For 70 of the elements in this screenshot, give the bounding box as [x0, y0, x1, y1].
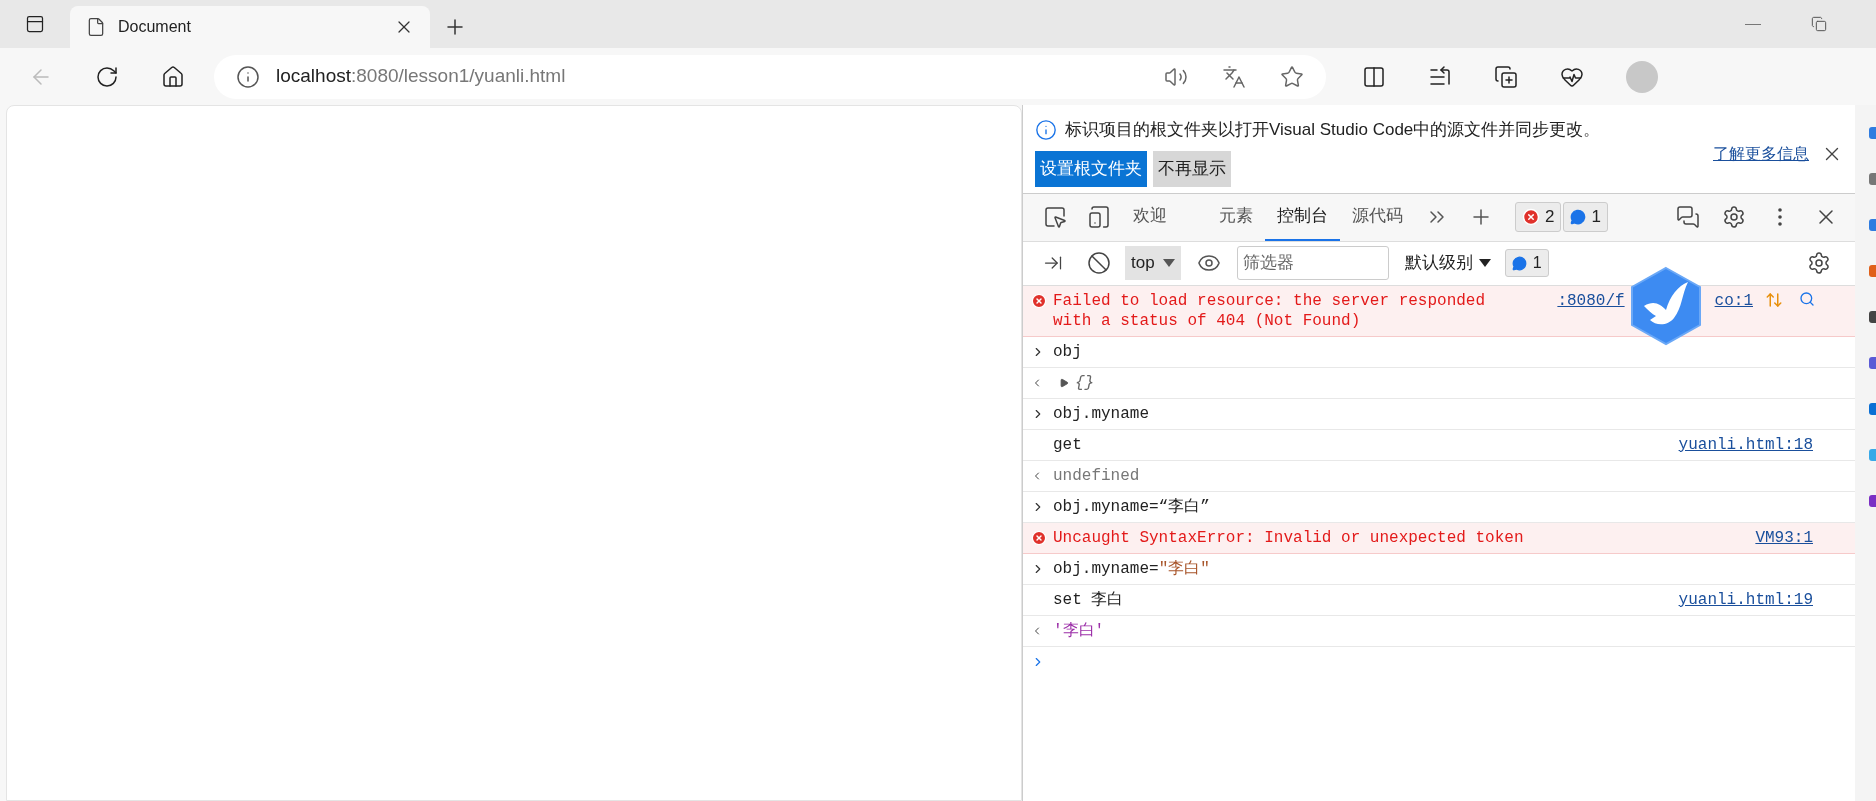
source-link[interactable]: co:1: [1714, 290, 1753, 311]
restore-icon: [1811, 16, 1827, 32]
sidebar-app-icon[interactable]: [1869, 311, 1876, 323]
sidebar-app-icon[interactable]: [1869, 495, 1876, 507]
address-bar[interactable]: localhost:8080/lesson1/yuanli.html: [214, 54, 1326, 99]
panel-icon: [25, 14, 45, 34]
settings-icon: [1722, 205, 1746, 229]
collections-icon: [1494, 64, 1518, 89]
dont-show-button[interactable]: 不再显示: [1153, 150, 1231, 187]
devtools-tab[interactable]: 元素: [1207, 193, 1265, 241]
browser-tab[interactable]: Document: [70, 6, 430, 48]
sidebar-app-icon[interactable]: [1869, 403, 1876, 415]
learn-more-link[interactable]: 了解更多信息: [1713, 141, 1809, 166]
split-screen-icon: [1362, 64, 1386, 89]
console-result: {}: [1075, 372, 1095, 393]
input-code: obj.myname="李白": [1053, 558, 1210, 579]
error-icon: [1522, 208, 1540, 226]
star-icon: [1280, 64, 1304, 89]
source-link[interactable]: yuanli.html:19: [1678, 589, 1847, 610]
more-icon: [1778, 208, 1782, 226]
message-count-badge[interactable]: 1: [1563, 202, 1608, 232]
clear-icon: [1087, 251, 1111, 275]
message-count-badge[interactable]: 1: [1504, 249, 1549, 277]
input-code: obj.myname=“李白”: [1053, 496, 1210, 517]
devtools-tab[interactable]: 控制台: [1265, 193, 1340, 241]
input-code: obj: [1053, 341, 1082, 362]
info-message: 标识项目的根文件夹以打开Visual Studio Code中的源文件并同步更改。: [1065, 119, 1601, 141]
console-result: undefined: [1053, 465, 1140, 486]
people-chat-icon: [1676, 205, 1700, 229]
source-link[interactable]: :8080/f: [1557, 290, 1625, 311]
settings-icon: [1807, 251, 1831, 275]
devtools-tab[interactable]: 源代码: [1340, 193, 1415, 241]
home-icon: [161, 64, 185, 89]
expand-triangle-icon[interactable]: [1059, 377, 1069, 388]
tab-title: Document: [118, 17, 191, 37]
message-icon: [1511, 255, 1527, 271]
error-icon: [1031, 529, 1047, 546]
dropdown-caret-icon: [1478, 259, 1491, 267]
sidebar-app-icon[interactable]: [1869, 357, 1876, 369]
source-link[interactable]: VM93:1: [1755, 527, 1847, 548]
filter-field[interactable]: 筛选器: [1236, 246, 1389, 280]
translate-icon: [1222, 64, 1246, 89]
page-icon: [86, 17, 106, 37]
log-message: set 李白: [1053, 589, 1124, 610]
console-result: '李白': [1053, 620, 1105, 641]
dropdown-caret-icon: [1162, 259, 1175, 267]
minimize-icon: [1745, 23, 1761, 25]
devtools-tab[interactable]: 欢迎: [1121, 193, 1179, 241]
sidebar-app-icon[interactable]: [1869, 219, 1876, 231]
info-icon: [236, 64, 260, 89]
search-icon[interactable]: [1799, 290, 1815, 307]
log-level-dropdown[interactable]: 默认级别: [1400, 246, 1495, 280]
reload-icon: [95, 64, 119, 89]
inspect-icon: [1043, 205, 1067, 229]
sidebar-app-icon[interactable]: [1869, 127, 1876, 139]
error-icon: [1031, 292, 1047, 309]
context-select[interactable]: top: [1125, 246, 1181, 280]
info-icon: [1035, 118, 1057, 141]
sidebar-app-icon[interactable]: [1869, 173, 1876, 185]
error-count-badge[interactable]: 2: [1515, 202, 1562, 232]
source-link[interactable]: yuanli.html:18: [1678, 434, 1847, 455]
device-icon: [1087, 205, 1111, 229]
error-message: Failed to load resource: the server responded with a status of 404 (Not Found): [1053, 290, 1487, 331]
swap-icon[interactable]: [1765, 290, 1783, 309]
set-root-folder-button[interactable]: 设置根文件夹: [1035, 150, 1147, 187]
log-message: get: [1053, 434, 1082, 455]
input-code: obj.myname: [1053, 403, 1149, 424]
url-text: localhost:8080/lesson1/yuanli.html: [276, 64, 566, 89]
message-icon: [1570, 209, 1587, 225]
error-message: Uncaught SyntaxError: Invalid or unexpected token: [1053, 527, 1524, 548]
